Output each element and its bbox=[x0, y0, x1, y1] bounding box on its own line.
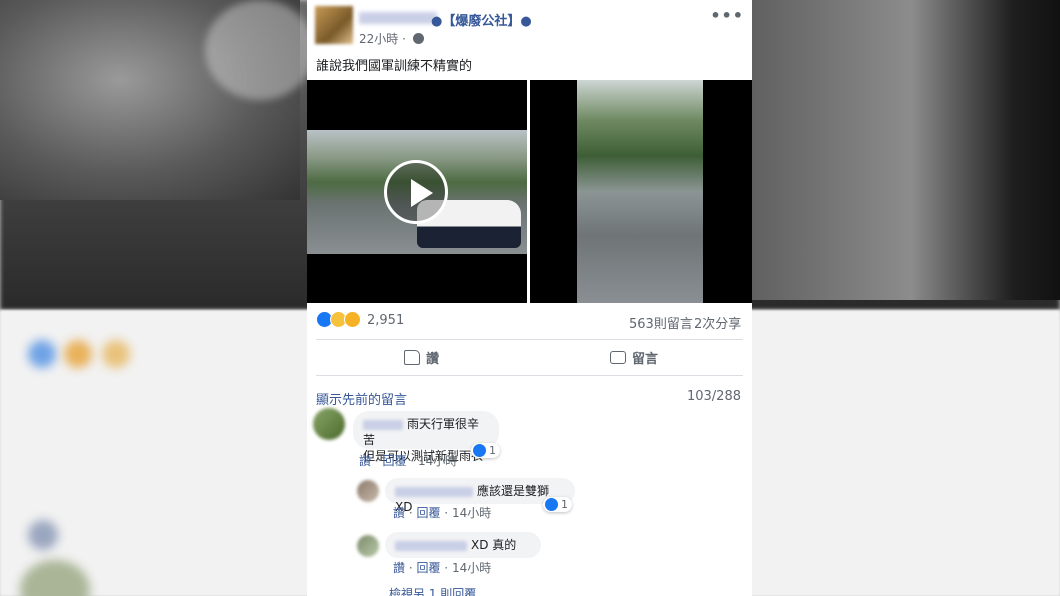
reply-bubble: XD 真的 bbox=[385, 532, 541, 558]
reply-reply-link[interactable]: 回覆 bbox=[416, 561, 440, 575]
reply-reaction-count: 1 bbox=[561, 498, 568, 511]
blurred-play-icon bbox=[205, 0, 315, 100]
reaction-count[interactable]: 2,951 bbox=[367, 313, 404, 328]
like-reaction-icon bbox=[545, 498, 558, 511]
post-caption: 誰說我們國軍訓練不精實的 bbox=[316, 59, 473, 74]
comment-button-label: 留言 bbox=[632, 352, 659, 367]
like-button[interactable]: 讚 bbox=[404, 348, 439, 367]
reply-reply-link[interactable]: 回覆 bbox=[416, 506, 440, 520]
blurred-reaction-icon bbox=[102, 340, 130, 368]
reply-time[interactable]: 14小時 bbox=[452, 506, 491, 520]
comment-button[interactable]: 留言 bbox=[610, 348, 658, 367]
more-options-icon[interactable]: ••• bbox=[710, 6, 744, 25]
post-time[interactable]: 22小時 bbox=[359, 32, 398, 46]
wow-reaction-icon bbox=[344, 311, 361, 328]
post-card: ●【爆廢公社】● 22小時 · ••• 誰說我們國軍訓練不精實的 2,951 5… bbox=[307, 0, 752, 596]
thumbs-up-icon bbox=[404, 350, 420, 365]
commenter-name-blurred[interactable] bbox=[395, 486, 473, 497]
post-media bbox=[307, 80, 752, 303]
reply-like-link[interactable]: 讚 bbox=[393, 561, 405, 575]
reaction-icons[interactable] bbox=[316, 311, 366, 329]
reply-like-link[interactable]: 讚 bbox=[393, 506, 405, 520]
share-count[interactable]: 2次分享 bbox=[694, 313, 741, 332]
comment-like-link[interactable]: 讚 bbox=[359, 454, 371, 468]
comments-pager: 103/288 bbox=[686, 389, 741, 404]
commenter-name-blurred[interactable] bbox=[363, 419, 403, 430]
globe-icon bbox=[412, 33, 424, 44]
blurred-avatar bbox=[28, 520, 58, 550]
commenter-avatar[interactable] bbox=[357, 535, 379, 557]
reply-text: XD 真的 bbox=[471, 538, 517, 552]
post-meta: 22小時 · bbox=[359, 30, 424, 47]
comment-reaction-count: 1 bbox=[489, 444, 496, 457]
video-thumbnail-2[interactable] bbox=[530, 80, 752, 303]
blurred-reaction-icon bbox=[28, 340, 56, 368]
play-button-icon[interactable] bbox=[384, 160, 448, 224]
video-thumbnail-1[interactable] bbox=[307, 80, 527, 303]
post-header: ●【爆廢公社】● 22小時 · ••• 誰說我們國軍訓練不精實的 bbox=[307, 0, 752, 80]
comments-section: 顯示先前的留言 103/288 雨天行軍很辛苦 但是可以測試新型雨衣 1 讚 ·… bbox=[307, 377, 752, 596]
action-bar: 讚 留言 bbox=[316, 340, 743, 376]
video-frame-2 bbox=[577, 80, 703, 303]
comment-time[interactable]: 14小時 bbox=[418, 454, 457, 468]
view-more-replies-link[interactable]: 檢視另 1 則回覆 bbox=[389, 585, 476, 596]
blurred-background-right bbox=[730, 0, 1060, 300]
commenter-avatar[interactable] bbox=[357, 480, 379, 502]
commenter-avatar[interactable] bbox=[313, 408, 345, 440]
comment-count[interactable]: 563則留言 bbox=[629, 313, 693, 332]
reply-actions: 讚 · 回覆 · 14小時 bbox=[393, 506, 492, 520]
meta-separator: · bbox=[402, 32, 406, 46]
reply-actions: 讚 · 回覆 · 14小時 bbox=[393, 561, 492, 575]
reply-reaction-badge[interactable]: 1 bbox=[543, 497, 572, 512]
comment-reply-link[interactable]: 回覆 bbox=[382, 454, 406, 468]
reply-time[interactable]: 14小時 bbox=[452, 561, 491, 575]
like-button-label: 讚 bbox=[426, 352, 440, 367]
poster-avatar[interactable] bbox=[315, 6, 353, 44]
show-previous-comments-link[interactable]: 顯示先前的留言 bbox=[316, 389, 407, 408]
comment-actions: 讚 · 回覆 · 14小時 bbox=[359, 454, 458, 468]
poster-name-blurred[interactable] bbox=[359, 12, 437, 24]
commenter-name-blurred[interactable] bbox=[395, 540, 467, 551]
group-name-link[interactable]: ●【爆廢公社】● bbox=[431, 10, 532, 29]
comment-bubble-icon bbox=[610, 351, 626, 364]
screenshot-stage: ●【爆廢公社】● 22小時 · ••• 誰說我們國軍訓練不精實的 2,951 5… bbox=[0, 0, 1060, 596]
comment-reaction-badge[interactable]: 1 bbox=[471, 443, 500, 458]
like-reaction-icon bbox=[473, 444, 486, 457]
blurred-reaction-icon bbox=[64, 340, 92, 368]
